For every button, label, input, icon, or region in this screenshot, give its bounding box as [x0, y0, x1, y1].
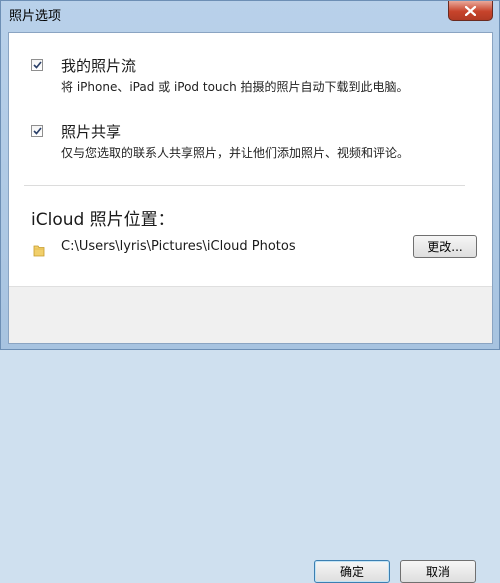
title-bar[interactable]: 照片选项: [1, 1, 499, 29]
folder-icon: [33, 242, 45, 261]
dialog-window: 照片选项 我的照片流 将 iPhone、iPad 或 iPod touch 拍摄…: [0, 0, 500, 583]
photo-sharing-label[interactable]: 照片共享: [61, 121, 121, 142]
window-title: 照片选项: [9, 9, 62, 24]
ok-button[interactable]: 确定: [314, 560, 390, 583]
checkmark-icon: [32, 127, 42, 135]
location-heading: iCloud 照片位置：: [31, 210, 175, 230]
photo-location-path: C:\Users\lyris\Pictures\iCloud Photos: [61, 239, 296, 254]
close-icon: [465, 5, 476, 16]
separator: [24, 185, 465, 186]
photo-stream-checkbox[interactable]: [31, 59, 43, 71]
photo-stream-description: 将 iPhone、iPad 或 iPod touch 拍摄的照片自动下载到此电脑…: [61, 80, 409, 94]
dialog-footer: 确定 取消: [9, 286, 492, 583]
checkmark-icon: [32, 61, 42, 69]
dialog-content: 我的照片流 将 iPhone、iPad 或 iPod touch 拍摄的照片自动…: [8, 32, 493, 583]
cancel-button[interactable]: 取消: [400, 560, 476, 583]
change-location-button[interactable]: 更改...: [413, 235, 477, 258]
close-button[interactable]: [448, 1, 493, 21]
photo-sharing-description: 仅与您选取的联系人共享照片，并让他们添加照片、视频和评论。: [61, 146, 410, 160]
photo-sharing-checkbox[interactable]: [31, 125, 43, 137]
photo-stream-label[interactable]: 我的照片流: [61, 55, 136, 76]
